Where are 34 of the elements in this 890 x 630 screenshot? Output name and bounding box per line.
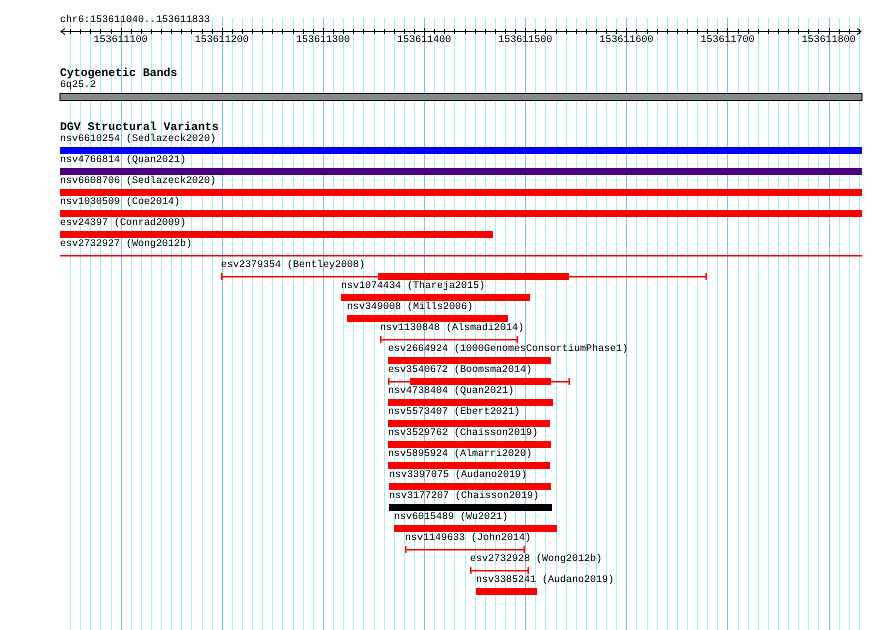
track-title: Cytogenetic Bands	[60, 67, 178, 80]
ruler-label: 153611600	[599, 35, 654, 47]
feature-label: esv2732927 (Wong2012b)	[60, 239, 192, 251]
feature-label: nsv1149633 (John2014)	[405, 533, 532, 545]
feature-label: nsv3177207 (Chaisson2019)	[389, 491, 540, 503]
feature-label: esv24397 (Conrad2009)	[60, 218, 186, 230]
feature-label: nsv6608706 (Sedlazeck2020)	[60, 176, 216, 188]
feature-label: nsv3385241 (Audano2019)	[476, 575, 614, 587]
ruler-label: 153611200	[194, 35, 249, 47]
feature-label: nsv1030509 (Coe2014)	[60, 197, 180, 209]
band-label: 6q25.2	[60, 80, 96, 92]
feature-label: nsv349008 (Mills2006)	[347, 302, 474, 314]
feature-label: nsv6610254 (Sedlazeck2020)	[60, 134, 216, 146]
ruler-label: 153611300	[296, 35, 350, 47]
feature-label: nsv5573407 (Ebert2021)	[388, 407, 520, 419]
ruler-label: 153611100	[94, 35, 148, 47]
location-label: chr6:153611040..153611833	[60, 15, 210, 27]
feature-label: esv2379354 (Bentley2008)	[221, 260, 366, 272]
track-title: DGV Structural Variants	[60, 121, 219, 134]
ruler-label: 153611500	[498, 35, 552, 47]
feature-label: esv3540672 (Boomsma2014)	[388, 365, 532, 377]
feature-label: esv2664924 (1000GenomesConsortiumPhase1)	[388, 344, 628, 356]
feature-label: nsv5895924 (Almarri2020)	[388, 449, 532, 461]
ruler-label: 153611400	[397, 35, 452, 47]
feature-label: nsv3529762 (Chaisson2019)	[388, 428, 538, 440]
ruler-label: 153611700	[700, 35, 754, 47]
feature-label: nsv6015489 (Wu2021)	[394, 512, 508, 524]
feature-label: nsv4738404 (Quan2021)	[388, 386, 514, 398]
feature-label: nsv4766814 (Quan2021)	[60, 155, 186, 167]
feature-label: nsv3397075 (Audano2019)	[389, 470, 528, 482]
feature-label: esv2732928 (Wong2012b)	[470, 554, 602, 566]
feature-label: nsv1074434 (Thareja2015)	[341, 281, 486, 293]
feature-label: nsv1130848 (Alsmadi2014)	[380, 323, 524, 335]
ruler-label: 153611800	[802, 35, 856, 47]
